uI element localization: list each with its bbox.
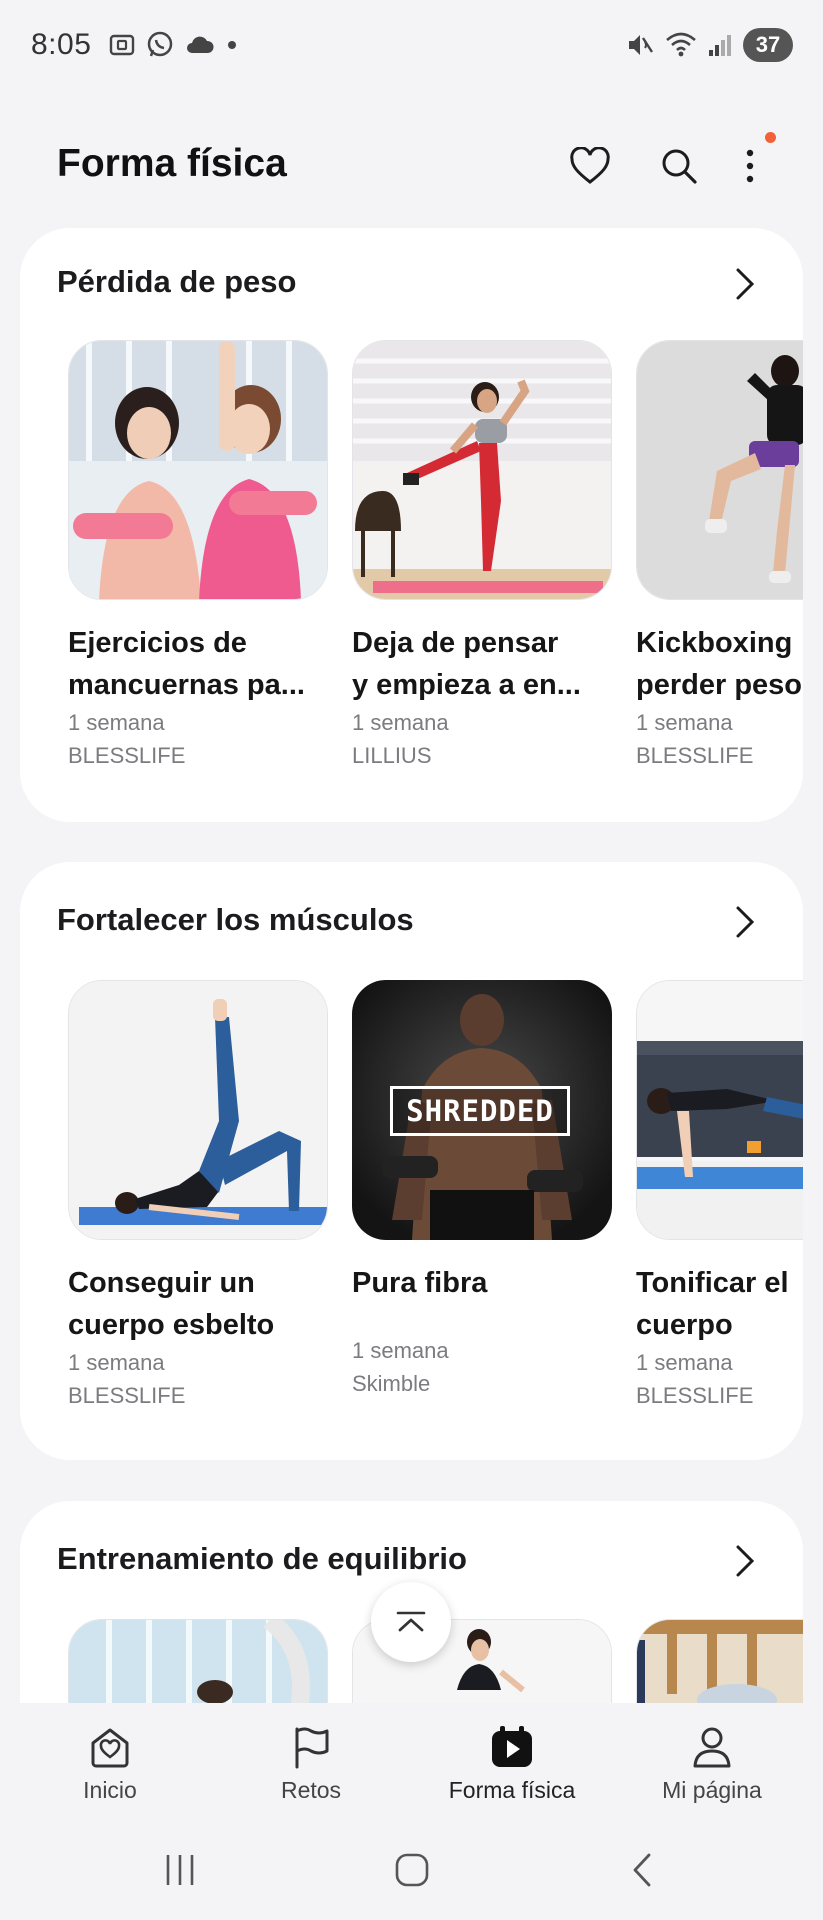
wifi-icon bbox=[666, 32, 696, 57]
nav-label: Forma física bbox=[448, 1777, 576, 1803]
program-provider: BLESSLIFE bbox=[636, 1383, 754, 1408]
program-provider: LILLIUS bbox=[352, 743, 432, 768]
status-time: 8:05 bbox=[31, 28, 92, 61]
nav-label: Inicio bbox=[83, 1777, 137, 1803]
program-duration: 1 semana bbox=[352, 710, 449, 735]
program-card[interactable]: Ejercicios de mancuernas pa... 1 semana … bbox=[68, 340, 328, 772]
program-card[interactable] bbox=[636, 1619, 803, 1703]
program-provider: Skimble bbox=[352, 1371, 431, 1396]
page-title: Forma física bbox=[57, 142, 287, 185]
nav-item-forma-fisica[interactable]: Forma física bbox=[412, 1725, 612, 1804]
program-carousel[interactable]: Conseguir un cuerpo esbelto 1 semana BLE… bbox=[68, 980, 803, 1460]
back-button[interactable] bbox=[612, 1846, 672, 1894]
section-title[interactable]: Pérdida de peso bbox=[57, 264, 296, 300]
nav-label: Mi página bbox=[662, 1777, 762, 1803]
home-button[interactable] bbox=[382, 1846, 442, 1894]
program-title: Conseguir un cuerpo esbelto bbox=[68, 1267, 275, 1341]
bottom-navigation: Inicio Retos Forma física Mi página bbox=[0, 1703, 823, 1818]
chevron-right-icon bbox=[736, 1545, 755, 1577]
program-duration: 1 semana bbox=[636, 710, 733, 735]
system-navigation-bar bbox=[0, 1818, 823, 1920]
dot-icon bbox=[228, 41, 236, 49]
play-calendar-icon bbox=[492, 1726, 532, 1767]
system-status-icons: 37 bbox=[625, 28, 793, 62]
program-duration: 1 semana bbox=[68, 1350, 165, 1375]
app-screen: 8:05 37 Forma física Pérdida de peso Eje… bbox=[0, 0, 823, 1920]
recent-apps-icon bbox=[166, 1855, 194, 1885]
home-heart-icon bbox=[91, 1728, 129, 1768]
screenshot-icon bbox=[109, 34, 135, 56]
program-title: Ejercicios de mancuernas pa... bbox=[68, 627, 305, 701]
search-icon bbox=[662, 149, 697, 184]
more-options-button[interactable] bbox=[726, 132, 776, 190]
cloud-icon bbox=[187, 36, 214, 53]
app-header: Forma física bbox=[0, 120, 823, 210]
scroll-to-top-button[interactable] bbox=[371, 1582, 451, 1662]
back-icon bbox=[633, 1853, 651, 1887]
battery-indicator: 37 bbox=[743, 28, 793, 62]
program-card[interactable]: SHREDDED Pura fibra 1 semana Skimble bbox=[352, 980, 612, 1400]
more-vertical-icon bbox=[746, 149, 754, 183]
section-strength: Fortalecer los músculos Conseguir un cue… bbox=[20, 862, 803, 1460]
section-weight-loss: Pérdida de peso Ejercicios de mancuernas… bbox=[20, 228, 803, 822]
program-provider: BLESSLIFE bbox=[68, 743, 186, 768]
program-duration: 1 semana bbox=[68, 710, 165, 735]
program-thumbnail bbox=[68, 980, 328, 1240]
program-title: Kickboxing perder peso bbox=[636, 627, 802, 701]
section-more-button[interactable] bbox=[727, 904, 763, 940]
program-thumbnail bbox=[636, 340, 803, 600]
program-thumbnail bbox=[636, 1619, 803, 1703]
program-title: Deja de pensar y empieza a en... bbox=[352, 627, 581, 701]
program-duration: 1 semana bbox=[352, 1338, 449, 1363]
program-duration: 1 semana bbox=[636, 1350, 733, 1375]
flag-icon bbox=[295, 1727, 329, 1769]
favorites-button[interactable] bbox=[566, 142, 614, 190]
section-more-button[interactable] bbox=[727, 1543, 763, 1579]
notification-icons bbox=[108, 30, 239, 60]
program-carousel[interactable]: Ejercicios de mancuernas pa... 1 semana … bbox=[68, 340, 803, 820]
program-title: Pura fibra bbox=[352, 1267, 488, 1299]
nav-item-mi-pagina[interactable]: Mi página bbox=[612, 1725, 812, 1804]
recent-apps-button[interactable] bbox=[150, 1846, 210, 1894]
nav-item-retos[interactable]: Retos bbox=[211, 1725, 411, 1804]
notification-dot bbox=[765, 132, 776, 143]
search-button[interactable] bbox=[655, 142, 703, 190]
program-card[interactable]: Tonificar el cuerpo 1 semana BLESSLIFE bbox=[636, 980, 803, 1412]
program-thumbnail bbox=[68, 340, 328, 600]
scroll-up-icon bbox=[396, 1611, 426, 1632]
program-card[interactable] bbox=[68, 1619, 328, 1703]
home-icon bbox=[395, 1853, 429, 1887]
person-icon bbox=[693, 1727, 731, 1768]
program-title: Tonificar el cuerpo bbox=[636, 1267, 789, 1341]
program-provider: BLESSLIFE bbox=[68, 1383, 186, 1408]
program-card[interactable]: Conseguir un cuerpo esbelto 1 semana BLE… bbox=[68, 980, 328, 1412]
program-thumbnail bbox=[636, 980, 803, 1240]
section-more-button[interactable] bbox=[727, 266, 763, 302]
chevron-right-icon bbox=[736, 268, 755, 300]
whatsapp-icon bbox=[147, 31, 173, 57]
nav-item-inicio[interactable]: Inicio bbox=[10, 1725, 210, 1804]
section-title[interactable]: Fortalecer los músculos bbox=[57, 902, 414, 938]
nav-label: Retos bbox=[280, 1777, 342, 1803]
shredded-label: SHREDDED bbox=[390, 1086, 570, 1136]
section-title[interactable]: Entrenamiento de equilibrio bbox=[57, 1541, 467, 1577]
program-thumbnail: SHREDDED bbox=[352, 980, 612, 1240]
program-thumbnail bbox=[352, 340, 612, 600]
program-provider: BLESSLIFE bbox=[636, 743, 754, 768]
heart-icon bbox=[570, 147, 610, 184]
mute-icon bbox=[629, 35, 654, 55]
program-thumbnail bbox=[68, 1619, 328, 1703]
status-bar: 8:05 37 bbox=[0, 0, 823, 92]
chevron-right-icon bbox=[736, 906, 755, 938]
program-card[interactable]: Kickboxing perder peso 1 semana BLESSLIF… bbox=[636, 340, 803, 772]
program-card[interactable]: Deja de pensar y empieza a en... 1 seman… bbox=[352, 340, 612, 772]
signal-icon bbox=[709, 35, 731, 56]
